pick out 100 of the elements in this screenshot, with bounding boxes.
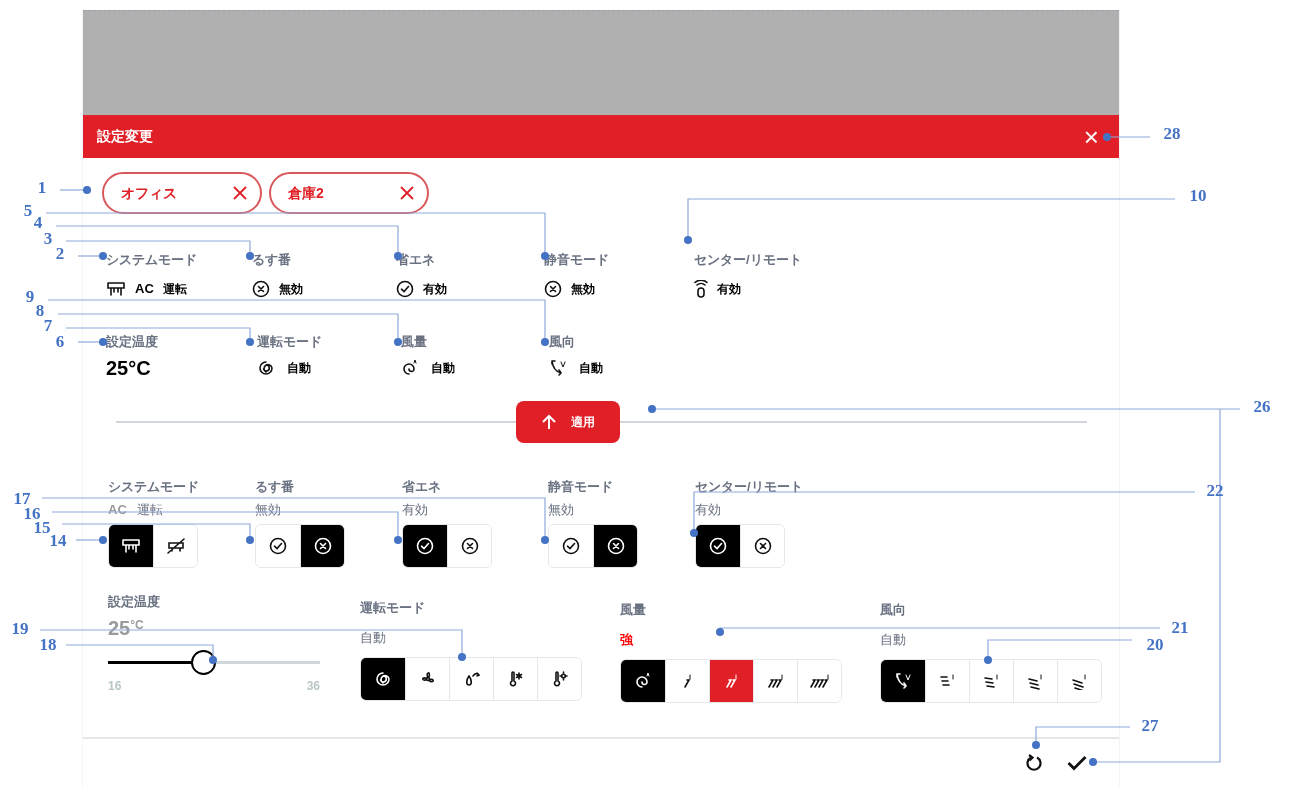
field-value: 無効 bbox=[279, 280, 303, 298]
fan-auto-icon bbox=[401, 359, 419, 377]
check-circle-icon bbox=[416, 537, 434, 555]
callout-number: 18 bbox=[39, 635, 57, 653]
callout-number: 7 bbox=[43, 316, 53, 334]
mode-text: AC bbox=[108, 501, 127, 520]
callout-number: 10 bbox=[1189, 186, 1207, 204]
field-value: 有効 bbox=[717, 280, 741, 298]
leader-line bbox=[59, 186, 91, 194]
option-segment[interactable] bbox=[1057, 660, 1101, 702]
swirl-icon bbox=[257, 359, 275, 377]
callout-number: 26 bbox=[1253, 397, 1271, 415]
option-segment[interactable] bbox=[300, 525, 344, 567]
fan-speed-icon bbox=[683, 673, 692, 689]
fan-speed-icon bbox=[767, 673, 784, 689]
dialog-title: 設定変更 bbox=[97, 127, 153, 146]
field-value: 自動 bbox=[579, 360, 603, 377]
field-label: 運転モード bbox=[257, 332, 322, 351]
temperature-value: 25°C bbox=[106, 356, 151, 381]
apply-button[interactable]: 適用 bbox=[516, 401, 620, 443]
field-label: 静音モード bbox=[548, 478, 613, 495]
upload-arrow-icon bbox=[541, 414, 557, 430]
option-segment[interactable] bbox=[447, 525, 491, 567]
range-min: 16 bbox=[108, 677, 122, 695]
remote-signal-icon bbox=[694, 279, 708, 298]
field-label: システムモード bbox=[106, 251, 197, 269]
location-chip[interactable]: オフィス bbox=[102, 172, 262, 214]
option-segment[interactable] bbox=[740, 525, 784, 567]
callout-number: 8 bbox=[35, 301, 45, 319]
field-value: 無効 bbox=[255, 501, 281, 520]
option-segment[interactable] bbox=[403, 525, 447, 567]
chip-label: 倉庫2 bbox=[288, 183, 324, 203]
air-conditioner-icon bbox=[121, 537, 141, 555]
check-circle-icon bbox=[269, 537, 287, 555]
callout-number: 20 bbox=[1146, 635, 1164, 653]
check-circle-icon bbox=[709, 537, 727, 555]
option-segment[interactable] bbox=[593, 525, 637, 567]
swing-auto-icon bbox=[894, 672, 912, 690]
field-label: 風量 bbox=[620, 601, 646, 619]
chip-label: オフィス bbox=[121, 183, 177, 203]
option-segment[interactable] bbox=[153, 525, 197, 567]
callout-number: 5 bbox=[23, 201, 33, 219]
field-value: 運転 bbox=[136, 501, 163, 520]
callout-number: 27 bbox=[1141, 716, 1159, 734]
field-value: 有効 bbox=[423, 280, 447, 298]
field-value: 有効 bbox=[695, 501, 721, 520]
field-label: 省エネ bbox=[402, 478, 441, 495]
swirl-icon bbox=[374, 670, 392, 688]
cross-circle-icon bbox=[460, 537, 479, 555]
fan-auto-icon bbox=[634, 672, 652, 690]
callout-number: 6 bbox=[55, 332, 65, 350]
air-conditioner-icon bbox=[106, 279, 126, 298]
callout-number: 22 bbox=[1206, 481, 1224, 499]
field-value: 無効 bbox=[548, 501, 574, 520]
field-label: 風量 bbox=[401, 332, 427, 351]
field-label: るす番 bbox=[255, 478, 294, 495]
leader-line bbox=[1103, 133, 1151, 141]
field-value: 自動 bbox=[287, 360, 311, 377]
range-max: 36 bbox=[306, 677, 320, 695]
option-segment[interactable] bbox=[696, 525, 740, 567]
field-value: 無効 bbox=[571, 280, 595, 298]
remove-icon[interactable] bbox=[399, 185, 415, 201]
confirm-check-icon[interactable] bbox=[1067, 755, 1087, 771]
callout-number: 17 bbox=[13, 489, 31, 507]
field-value: 有効 bbox=[402, 501, 428, 520]
option-segment[interactable] bbox=[797, 660, 841, 702]
callout-number: 28 bbox=[1163, 124, 1181, 142]
callout-number: 21 bbox=[1171, 618, 1189, 636]
field-label: 設定温度 bbox=[108, 593, 161, 611]
callout-number: 1 bbox=[37, 178, 47, 196]
field-value: 自動 bbox=[360, 628, 386, 647]
field-label: システムモード bbox=[108, 478, 199, 495]
field-value: 運転 bbox=[162, 280, 187, 298]
field-label: 運転モード bbox=[360, 599, 425, 617]
temperature-slider[interactable] bbox=[108, 649, 320, 675]
field-value: 自動 bbox=[431, 360, 455, 377]
field-label: るす番 bbox=[252, 251, 291, 269]
cross-circle-icon bbox=[753, 537, 772, 555]
swing-auto-icon bbox=[549, 359, 567, 377]
callout-number: 4 bbox=[33, 213, 43, 231]
option-segment[interactable] bbox=[621, 660, 665, 702]
field-label: センター/リモート bbox=[695, 478, 803, 495]
cross-circle-icon bbox=[606, 537, 625, 555]
option-segment[interactable] bbox=[537, 658, 581, 700]
option-segment[interactable] bbox=[109, 525, 153, 567]
remove-icon[interactable] bbox=[232, 185, 248, 201]
option-segment[interactable] bbox=[881, 660, 925, 702]
fan-speed-icon bbox=[809, 673, 830, 689]
location-chip[interactable]: 倉庫2 bbox=[269, 172, 429, 214]
callout-number: 2 bbox=[55, 244, 65, 262]
callout-number: 3 bbox=[43, 229, 53, 247]
close-button[interactable]: × bbox=[1083, 123, 1099, 150]
temperature-value: 25$^{°C}$ bbox=[108, 615, 144, 641]
callout-number: 19 bbox=[11, 619, 29, 637]
reset-icon[interactable] bbox=[1025, 754, 1043, 772]
field-value: 強 bbox=[620, 630, 633, 649]
option-segment[interactable] bbox=[361, 658, 405, 700]
air-conditioner-off-icon bbox=[165, 537, 186, 555]
field-label: 風向 bbox=[549, 332, 575, 351]
fan-speed-icon bbox=[725, 673, 738, 689]
